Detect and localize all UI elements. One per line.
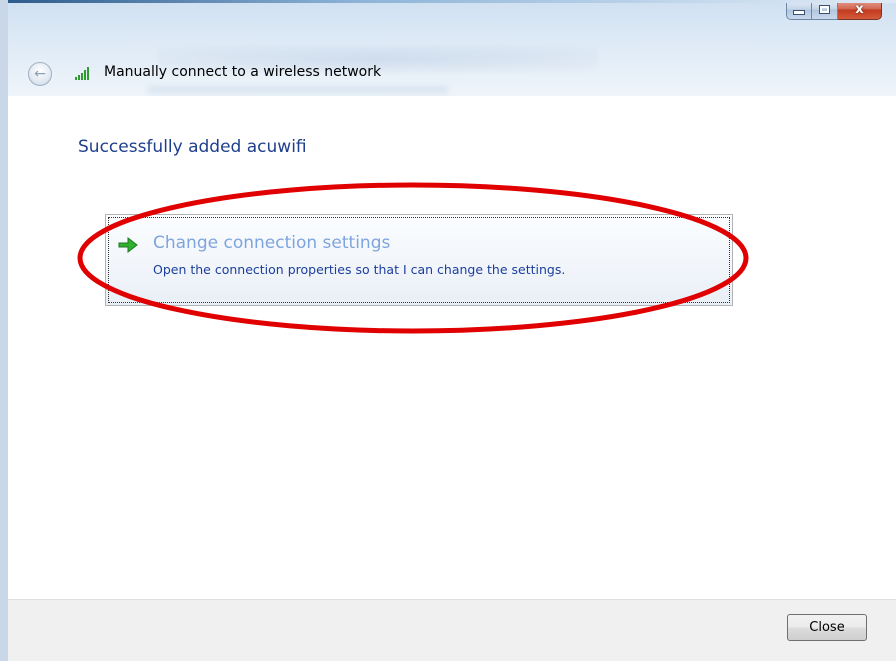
title-bar: x ← Manually connect to a wireless netwo… [8, 0, 896, 96]
caption-buttons: x [786, 0, 882, 20]
minimize-icon [793, 10, 805, 15]
minimize-button[interactable] [786, 0, 812, 20]
wireless-signal-icon [75, 66, 95, 80]
change-connection-settings-link[interactable]: Change connection settings Open the conn… [105, 214, 733, 306]
close-icon: x [855, 2, 864, 17]
back-button[interactable]: ← [28, 62, 52, 86]
focus-rectangle [108, 217, 730, 303]
maximize-icon [819, 5, 830, 14]
close-button[interactable]: Close [787, 614, 867, 641]
page-heading: Successfully added acuwifi [78, 137, 307, 157]
green-arrow-icon [118, 237, 138, 253]
back-arrow-icon: ← [34, 65, 46, 82]
command-link-title: Change connection settings [153, 233, 391, 253]
command-link-description: Open the connection properties so that I… [153, 262, 566, 277]
blurred-background-line [148, 86, 448, 94]
window-title: Manually connect to a wireless network [104, 64, 382, 80]
wizard-window: x ← Manually connect to a wireless netwo… [0, 0, 896, 661]
footer-bar: Close [8, 599, 896, 661]
maximize-button[interactable] [812, 0, 838, 20]
window-close-button[interactable]: x [838, 0, 882, 20]
